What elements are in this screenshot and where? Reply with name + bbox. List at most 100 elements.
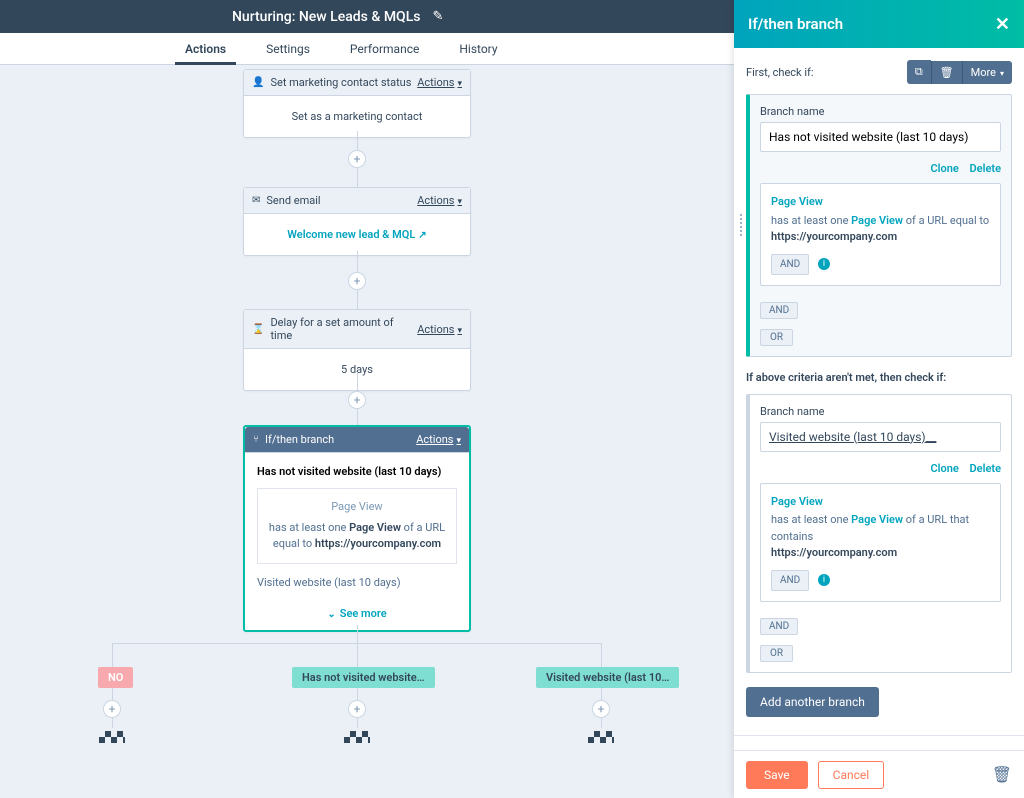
contact-icon: 👤 — [252, 77, 264, 88]
card-actions-menu[interactable]: Actions▾ — [417, 194, 462, 207]
delete-button[interactable]: 🗑 — [931, 61, 962, 84]
card-actions-menu[interactable]: Actions▾ — [417, 76, 462, 89]
and-group-chip[interactable]: AND — [760, 618, 798, 635]
branch-name-label: Branch name — [760, 105, 1001, 118]
card-body: Welcome new lead & MQL↗ — [244, 214, 470, 255]
section-first-check: First, check if: — [746, 66, 814, 79]
criteria-type: Page View — [771, 494, 990, 511]
cancel-button[interactable]: Cancel — [818, 761, 885, 789]
card-set-contact-status[interactable]: 👤 Set marketing contact status Actions▾ … — [243, 69, 471, 138]
connector — [112, 718, 113, 728]
section-second-check: If above criteria aren't met, then check… — [746, 371, 1012, 384]
end-marker-icon — [344, 731, 370, 743]
connector — [357, 372, 358, 391]
connector — [112, 643, 113, 667]
connector — [357, 688, 358, 700]
clone-branch-link[interactable]: Clone — [930, 462, 958, 475]
save-button[interactable]: Save — [746, 761, 808, 789]
panel-body[interactable]: First, check if: ⧉ 🗑 More▾ Branch name C… — [734, 48, 1024, 750]
clone-branch-link[interactable]: Clone — [930, 162, 958, 175]
workflow-title: Nurturing: New Leads & MQLs — [232, 9, 420, 25]
connector — [357, 251, 358, 272]
hourglass-icon: ⌛ — [252, 324, 264, 335]
branch-1-box: Branch name Clone Delete Page View has a… — [746, 94, 1012, 357]
email-link[interactable]: Welcome new lead & MQL↗ — [287, 228, 426, 241]
add-step-button[interactable]: + — [348, 391, 366, 409]
branch-name-label: Branch name — [760, 405, 1001, 418]
card-header: ✉ Send email Actions▾ — [244, 188, 470, 214]
tab-settings[interactable]: Settings — [246, 33, 330, 64]
card-body: Has not visited website (last 10 days) P… — [245, 453, 469, 597]
connector — [357, 168, 358, 187]
connector — [357, 290, 358, 309]
tab-history[interactable]: History — [439, 33, 517, 64]
and-chip[interactable]: AND — [771, 570, 809, 591]
branch-1-name-input[interactable] — [760, 122, 1001, 152]
criteria-url: https://yourcompany.com — [771, 546, 897, 559]
drag-handle-icon[interactable] — [736, 101, 746, 350]
branch-2-name-input[interactable]: Visited website (last 10 days)__ — [760, 422, 1001, 452]
side-panel: If/then branch ✕ First, check if: ⧉ 🗑 Mo… — [734, 0, 1024, 798]
connector — [601, 688, 602, 700]
card-title: Set marketing contact status — [270, 76, 417, 89]
connector — [112, 688, 113, 700]
copy-icon: ⧉ — [915, 65, 923, 78]
add-step-button[interactable]: + — [103, 700, 121, 718]
card-actions-menu[interactable]: Actions▾ — [417, 323, 462, 336]
connector — [601, 643, 602, 667]
delete-branch-link[interactable]: Delete — [970, 162, 1001, 175]
card-title: Delay for a set amount of time — [270, 316, 417, 342]
end-marker-icon — [99, 731, 125, 743]
add-step-button[interactable]: + — [592, 700, 610, 718]
chevron-down-icon: ⌄ — [327, 609, 335, 620]
trash-icon: 🗑 — [940, 66, 954, 79]
branch-icon: ⑂ — [253, 434, 259, 445]
connector — [357, 409, 358, 425]
and-chip[interactable]: AND — [771, 254, 809, 275]
criteria-type: Page View — [771, 194, 990, 211]
panel-title: If/then branch — [748, 15, 843, 33]
branch-label-1[interactable]: Has not visited website… — [292, 667, 435, 688]
card-header: ⌛ Delay for a set amount of time Actions… — [244, 310, 470, 349]
branch-label-no[interactable]: NO — [98, 667, 133, 688]
add-step-button[interactable]: + — [348, 700, 366, 718]
card-title: Send email — [266, 194, 417, 207]
info-icon[interactable]: i — [818, 258, 830, 270]
tab-performance[interactable]: Performance — [330, 33, 439, 64]
branch-label-2[interactable]: Visited website (last 10… — [536, 667, 679, 688]
panel-footer: Save Cancel 🗑 — [734, 750, 1024, 798]
connector — [357, 131, 358, 150]
criteria-box[interactable]: Page View has at least one Page View of … — [760, 483, 1001, 602]
workflow-canvas[interactable]: 👤 Set marketing contact status Actions▾ … — [0, 65, 734, 798]
criteria-url: https://yourcompany.com — [771, 230, 897, 243]
card-header: ⑂ If/then branch Actions▾ — [245, 427, 469, 453]
end-marker-icon — [588, 731, 614, 743]
add-step-button[interactable]: + — [348, 150, 366, 168]
or-chip[interactable]: OR — [760, 329, 793, 346]
tab-actions[interactable]: Actions — [165, 33, 246, 64]
add-branch-button[interactable]: Add another branch — [746, 687, 879, 717]
criteria-summary: Page View has at least one Page View of … — [257, 488, 457, 564]
card-header: 👤 Set marketing contact status Actions▾ — [244, 70, 470, 96]
card-title: If/then branch — [265, 433, 416, 446]
or-chip[interactable]: OR — [760, 645, 793, 662]
delete-branch-link[interactable]: Delete — [970, 462, 1001, 475]
more-menu[interactable]: More▾ — [962, 61, 1012, 84]
delete-action-icon[interactable]: 🗑 — [992, 765, 1012, 784]
connector — [357, 625, 358, 643]
branch-2-box: Branch name Visited website (last 10 day… — [746, 394, 1012, 673]
duplicate-button[interactable]: ⧉ — [907, 60, 931, 84]
and-group-chip[interactable]: AND — [760, 302, 798, 319]
card-if-then-branch[interactable]: ⑂ If/then branch Actions▾ Has not visite… — [243, 425, 471, 632]
add-step-button[interactable]: + — [348, 272, 366, 290]
criteria-box[interactable]: Page View has at least one Page View of … — [760, 183, 1001, 286]
card-send-email[interactable]: ✉ Send email Actions▾ Welcome new lead &… — [243, 187, 471, 256]
card-actions-menu[interactable]: Actions▾ — [416, 433, 461, 446]
info-icon[interactable]: i — [818, 574, 830, 586]
close-icon[interactable]: ✕ — [995, 14, 1010, 35]
branch-2-name: Visited website (last 10 days) — [257, 576, 457, 589]
external-link-icon: ↗ — [418, 230, 426, 241]
email-icon: ✉ — [252, 195, 260, 206]
edit-title-icon[interactable]: ✎ — [432, 9, 443, 24]
divider — [734, 735, 1024, 736]
